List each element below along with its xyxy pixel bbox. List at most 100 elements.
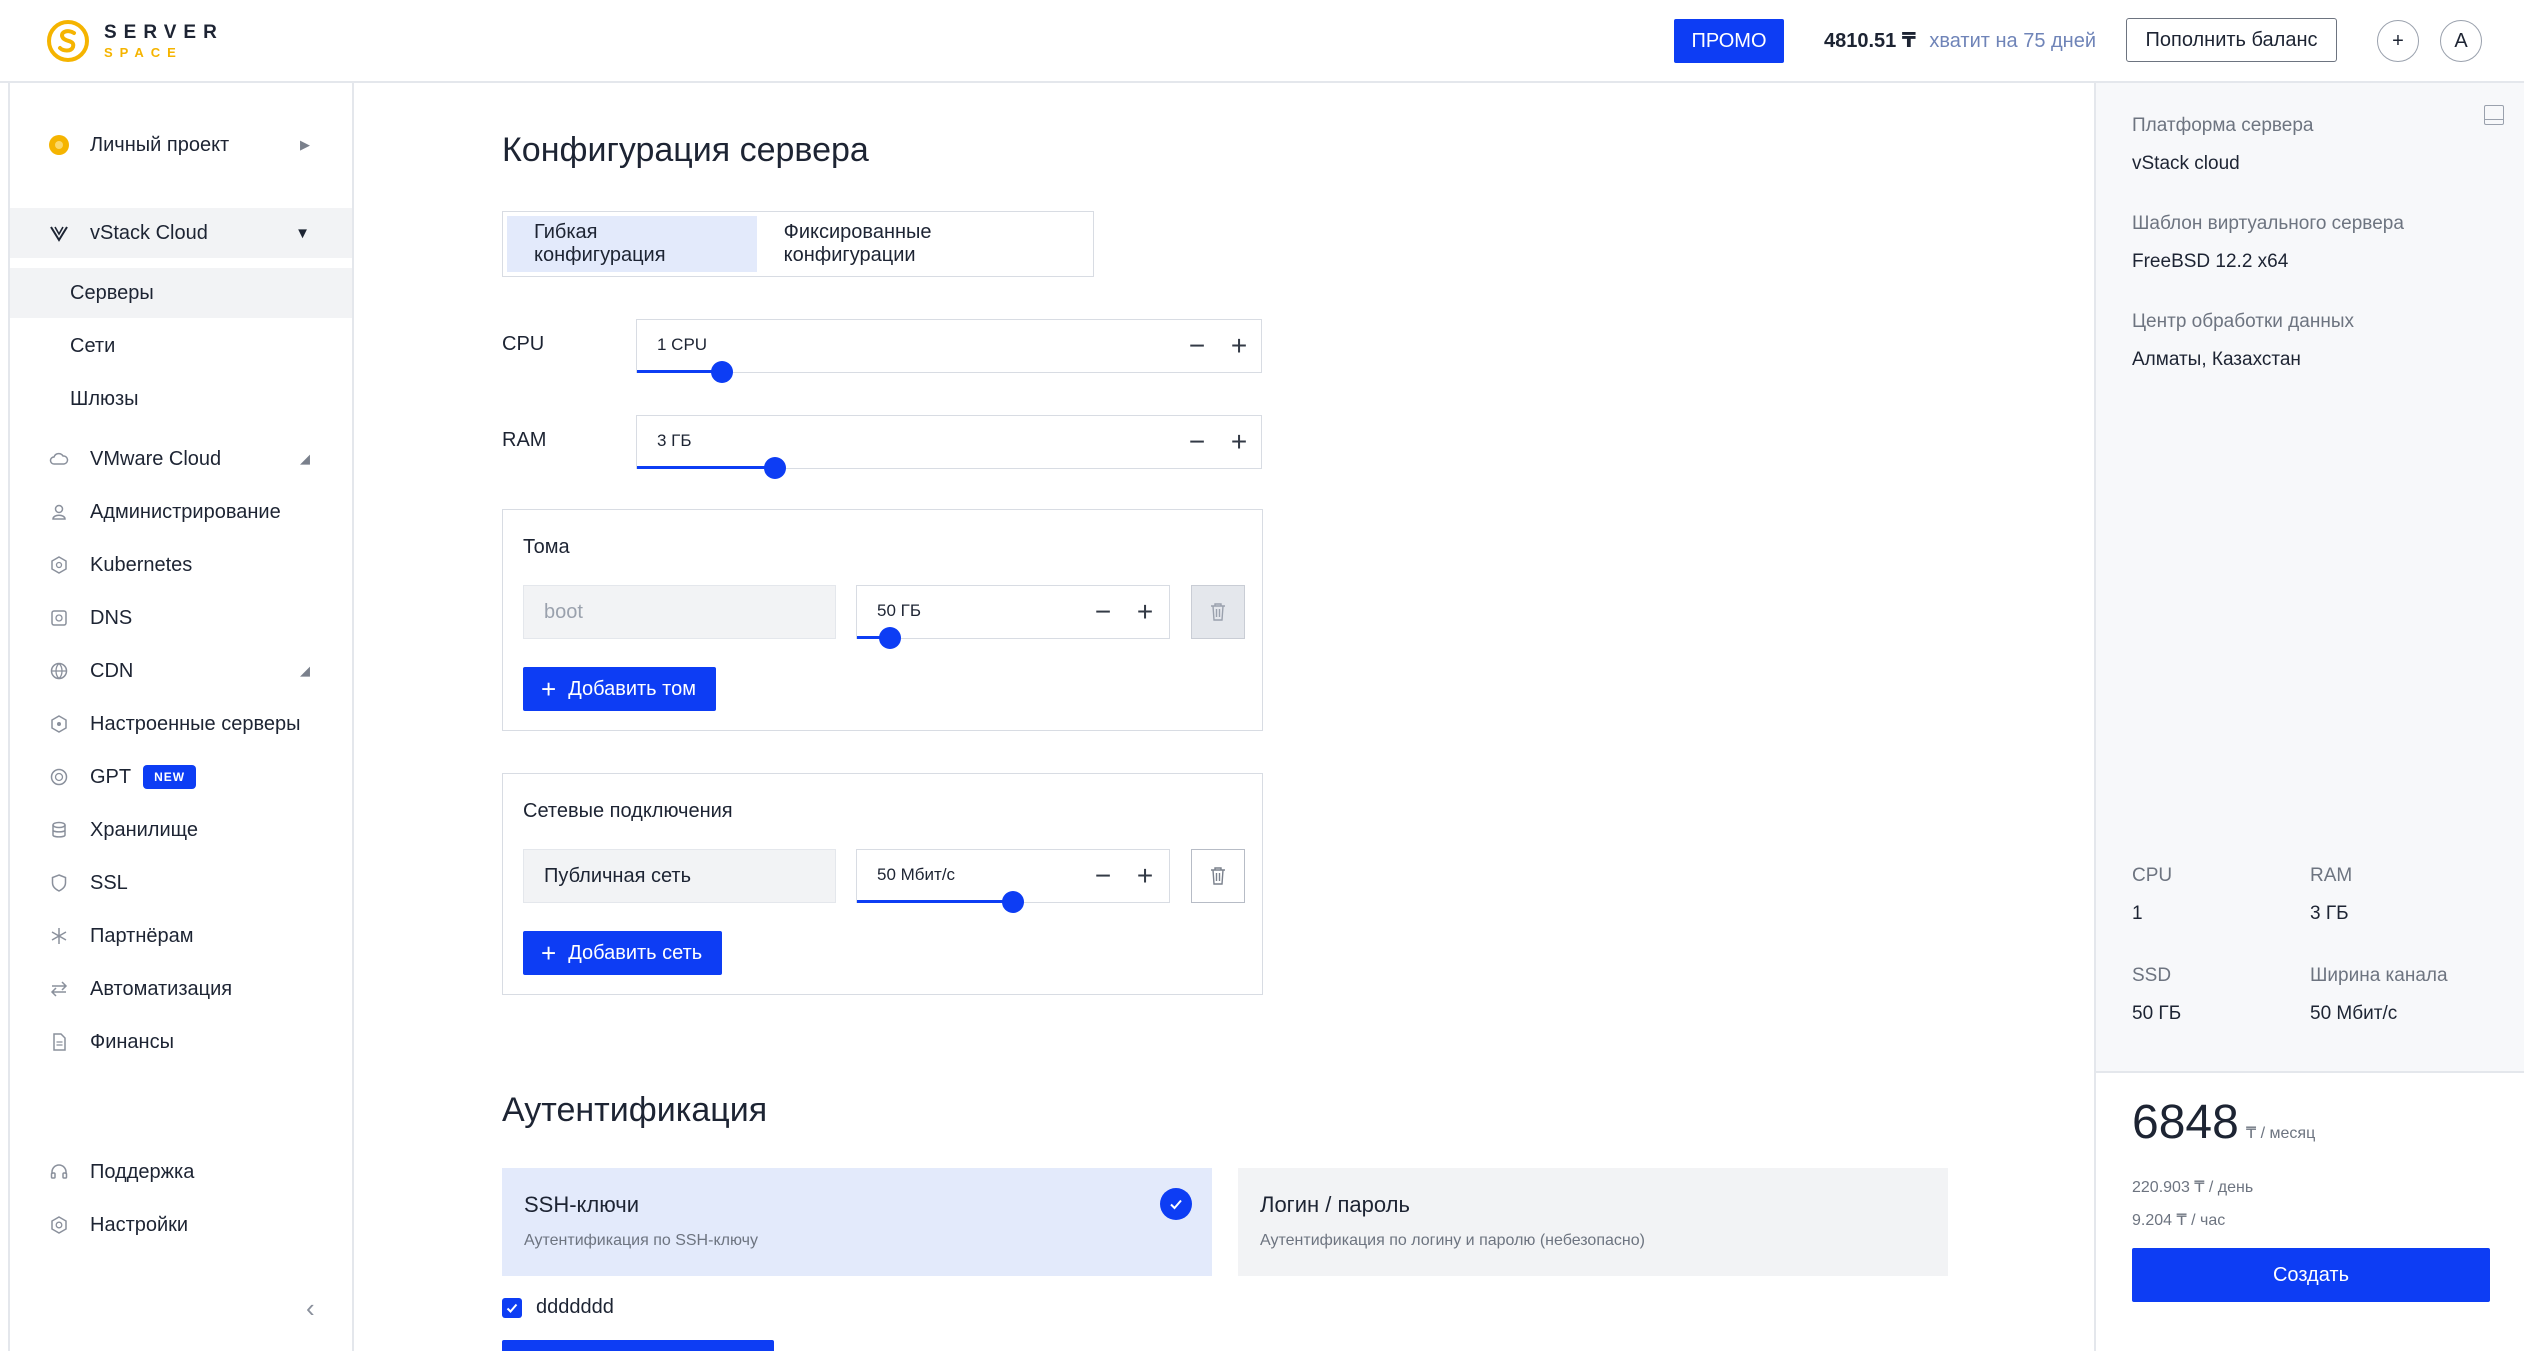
tab-fixed[interactable]: Фиксированные конфигурации bbox=[757, 216, 1089, 272]
collapse-sidebar-icon[interactable]: ‹ bbox=[306, 1293, 315, 1324]
auth-option-login[interactable]: Логин / пароль Аутентификация по логину … bbox=[1238, 1168, 1948, 1276]
summary-ram-label: RAM bbox=[2310, 865, 2353, 886]
page-title: Конфигурация сервера bbox=[502, 131, 869, 169]
summary-ssd-value: 50 ГБ bbox=[2132, 1003, 2182, 1024]
sidebar-item-storage[interactable]: Хранилище bbox=[10, 805, 352, 855]
sidebar-item-cdn[interactable]: CDN ◢ bbox=[10, 646, 352, 696]
avatar[interactable]: A bbox=[2440, 20, 2482, 62]
network-slider-thumb[interactable] bbox=[1002, 891, 1024, 913]
summary-cpu-label: CPU bbox=[2132, 865, 2173, 886]
add-button[interactable]: + bbox=[2377, 20, 2419, 62]
datacenter-label: Центр обработки данных bbox=[2132, 311, 2354, 332]
delete-volume-button[interactable] bbox=[1191, 585, 1245, 639]
ram-decrement-button[interactable]: − bbox=[1177, 422, 1217, 462]
sidebar-item-administration[interactable]: Администрирование bbox=[10, 487, 352, 537]
create-server-button[interactable]: Создать bbox=[2132, 1248, 2490, 1302]
sidebar-item-settings[interactable]: Настройки bbox=[10, 1200, 352, 1250]
trash-icon bbox=[1211, 867, 1225, 885]
logo-line1: SERVER bbox=[104, 22, 224, 43]
promo-button[interactable]: ПРОМО bbox=[1674, 19, 1784, 63]
cpu-slider-fill bbox=[637, 370, 723, 373]
arrows-icon bbox=[48, 978, 70, 1000]
sidebar: Личный проект ▶ vStack Cloud ▼ Серверы С… bbox=[8, 83, 354, 1351]
chevron-down-icon: ▼ bbox=[295, 224, 310, 242]
sidebar-item-dns[interactable]: DNS bbox=[10, 593, 352, 643]
summary-ssd-label: SSD bbox=[2132, 965, 2172, 986]
gpt-icon bbox=[48, 766, 70, 788]
sidebar-item-vmware-cloud[interactable]: VMware Cloud ◢ bbox=[10, 434, 352, 484]
ssh-key-row[interactable]: ddddddd bbox=[502, 1296, 614, 1319]
template-label: Шаблон виртуального сервера bbox=[2132, 213, 2404, 234]
sidebar-item-vstack-cloud[interactable]: vStack Cloud ▼ bbox=[10, 208, 352, 258]
ssh-key-checkbox[interactable] bbox=[502, 1297, 522, 1318]
partial-button[interactable] bbox=[502, 1340, 774, 1351]
tab-flexible[interactable]: Гибкая конфигурация bbox=[507, 216, 757, 272]
add-volume-button[interactable]: + Добавить том bbox=[523, 667, 716, 711]
network-decrement-button[interactable]: − bbox=[1083, 856, 1123, 896]
database-icon bbox=[48, 819, 70, 841]
sidebar-item-finance[interactable]: Финансы bbox=[10, 1017, 352, 1067]
summary-bandwidth-value: 50 Мбит/с bbox=[2310, 1003, 2398, 1024]
sidebar-subitem-networks[interactable]: Сети bbox=[10, 321, 352, 371]
price-hourly: 9.204 ₸ / час bbox=[2132, 1212, 2226, 1229]
sidebar-item-label: Автоматизация bbox=[90, 977, 233, 1000]
sidebar-item-label: Партнёрам bbox=[90, 924, 194, 947]
sidebar-item-kubernetes[interactable]: Kubernetes bbox=[10, 540, 352, 590]
sidebar-item-label: Финансы bbox=[90, 1030, 174, 1053]
topup-balance-button[interactable]: Пополнить баланс bbox=[2126, 18, 2337, 62]
ram-value: 3 ГБ bbox=[657, 431, 692, 450]
add-network-button[interactable]: + Добавить сеть bbox=[523, 931, 723, 975]
network-speed-stepper[interactable]: 50 Мбит/с − + bbox=[856, 849, 1170, 913]
network-increment-button[interactable]: + bbox=[1125, 856, 1165, 896]
sidebar-subitem-servers[interactable]: Серверы bbox=[10, 268, 352, 318]
panel-toggle-icon[interactable] bbox=[2484, 105, 2504, 125]
sidebar-item-ssl[interactable]: SSL bbox=[10, 858, 352, 908]
chevron-right-icon: ▶ bbox=[300, 137, 310, 152]
auth-section-title: Аутентификация bbox=[502, 1091, 768, 1129]
cpu-slider-thumb[interactable] bbox=[711, 361, 734, 383]
sidebar-item-configured-servers[interactable]: Настроенные серверы bbox=[10, 699, 352, 749]
cloud-icon bbox=[48, 448, 70, 470]
cpu-stepper[interactable]: 1 CPU − + bbox=[636, 319, 1262, 383]
order-summary: Платформа сервера vStack cloud Шаблон ви… bbox=[2094, 83, 2524, 1351]
main-content: Конфигурация сервера Гибкая конфигурация… bbox=[356, 83, 2094, 1351]
ram-increment-button[interactable]: + bbox=[1219, 422, 1259, 462]
project-icon bbox=[48, 134, 70, 156]
summary-ram-value: 3 ГБ bbox=[2310, 903, 2349, 924]
sidebar-item-label: GPT bbox=[90, 765, 132, 788]
price-monthly: 6848 bbox=[2132, 1096, 2239, 1149]
ram-slider-fill bbox=[637, 466, 775, 469]
delete-network-button[interactable] bbox=[1191, 849, 1245, 903]
ram-stepper[interactable]: 3 ГБ − + bbox=[636, 415, 1262, 479]
sidebar-item-support[interactable]: Поддержка bbox=[10, 1147, 352, 1197]
add-volume-label: Добавить том bbox=[568, 677, 696, 700]
sidebar-item-label: CDN bbox=[90, 659, 134, 682]
user-icon bbox=[48, 501, 70, 523]
template-value: FreeBSD 12.2 x64 bbox=[2132, 251, 2289, 272]
sidebar-subitem-gateways[interactable]: Шлюзы bbox=[10, 374, 352, 424]
app-root: SERVER SPACE ПРОМО 4810.51 ₸ хватит на 7… bbox=[0, 0, 2524, 1351]
kubernetes-icon bbox=[48, 554, 70, 576]
ram-slider-thumb[interactable] bbox=[763, 457, 786, 479]
volume-slider-thumb[interactable] bbox=[878, 627, 901, 649]
sidebar-item-vstack-label: vStack Cloud bbox=[90, 221, 208, 244]
cpu-increment-button[interactable]: + bbox=[1219, 326, 1259, 366]
volume-increment-button[interactable]: + bbox=[1125, 592, 1165, 632]
volume-decrement-button[interactable]: − bbox=[1083, 592, 1123, 632]
volume-size-stepper[interactable]: 50 ГБ − + bbox=[856, 585, 1170, 649]
auth-ssh-desc: Аутентификация по SSH-ключу bbox=[524, 1232, 758, 1249]
auth-option-ssh[interactable]: SSH-ключи Аутентификация по SSH-ключу bbox=[502, 1168, 1212, 1276]
sidebar-item-gpt[interactable]: GPT NEW bbox=[10, 752, 352, 802]
sidebar-item-project[interactable]: Личный проект ▶ bbox=[10, 120, 352, 170]
logo[interactable]: SERVER SPACE bbox=[46, 19, 224, 63]
avatar-letter: A bbox=[2454, 29, 2468, 52]
sidebar-item-automation[interactable]: Автоматизация bbox=[10, 964, 352, 1014]
cpu-decrement-button[interactable]: − bbox=[1177, 326, 1217, 366]
ram-label: RAM bbox=[502, 429, 547, 451]
volumes-title: Тома bbox=[523, 536, 570, 558]
network-speed-value: 50 Мбит/с bbox=[877, 865, 956, 884]
sidebar-item-partners[interactable]: Партнёрам bbox=[10, 911, 352, 961]
headset-icon bbox=[48, 1161, 70, 1183]
summary-cpu-value: 1 bbox=[2132, 903, 2143, 924]
sidebar-item-label: SSL bbox=[90, 871, 128, 894]
